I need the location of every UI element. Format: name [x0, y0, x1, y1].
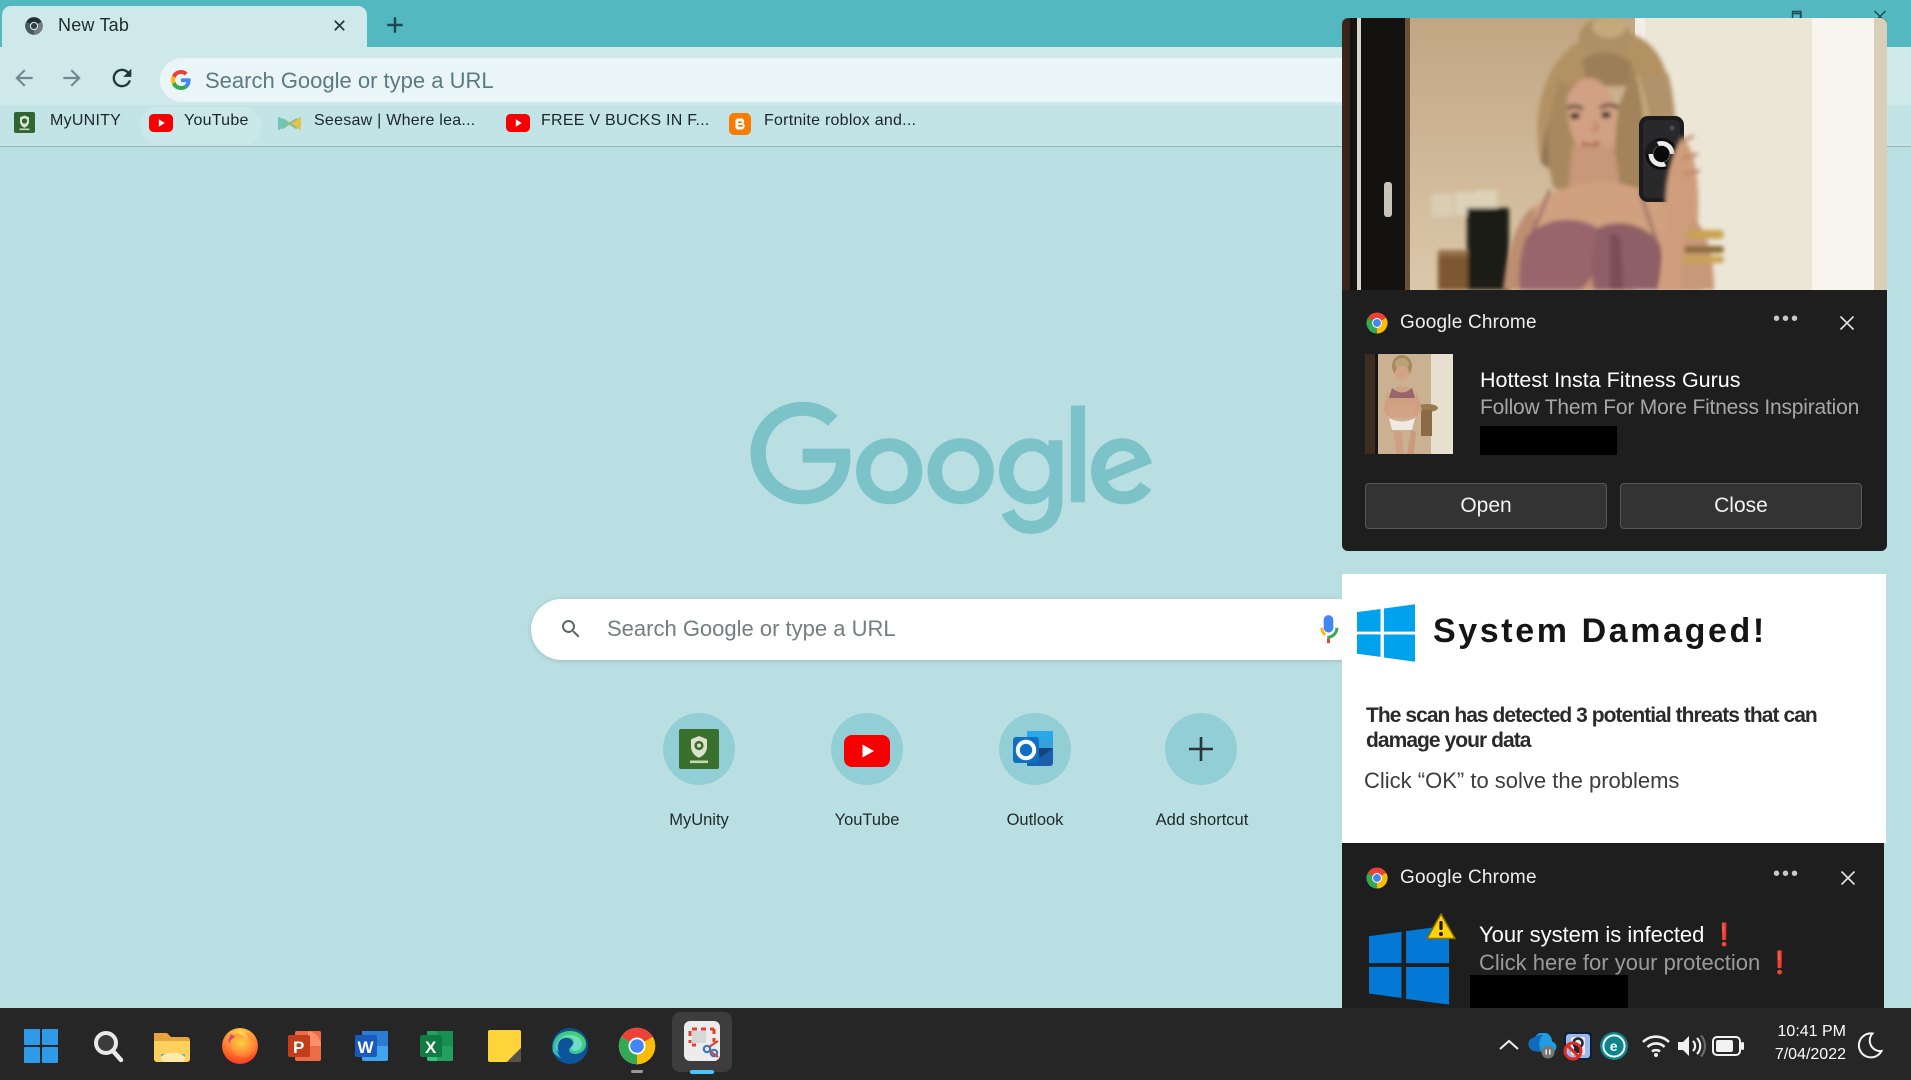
svg-text:e: e [1610, 1038, 1618, 1054]
svg-text:P: P [293, 1038, 304, 1057]
svg-text:X: X [425, 1038, 437, 1057]
svg-text:W: W [358, 1038, 375, 1057]
